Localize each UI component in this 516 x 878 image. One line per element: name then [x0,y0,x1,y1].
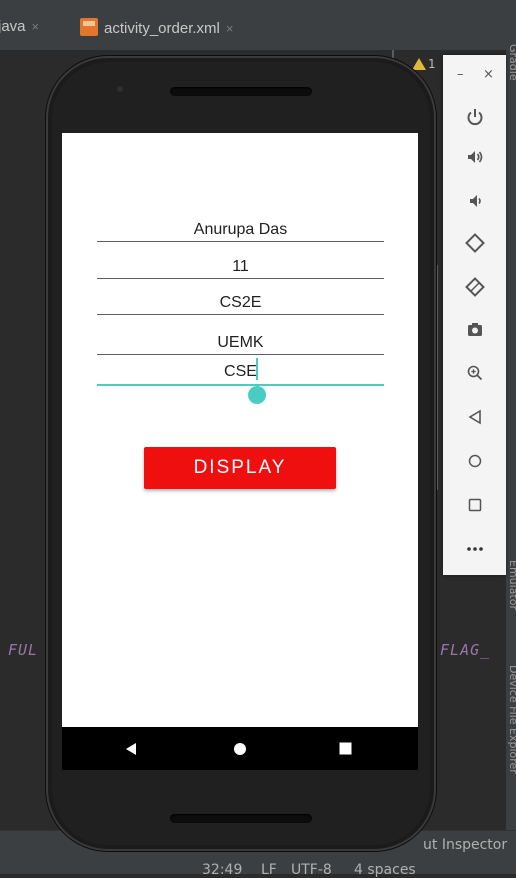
overview-square-icon [468,498,481,512]
power-icon [467,109,482,126]
volume-up-button[interactable] [443,137,506,177]
bottom-speaker-grille [170,814,312,823]
tab-close-icon[interactable]: × [32,19,40,34]
text-cursor [256,358,258,380]
recents-icon [339,742,351,755]
rotate-right-button[interactable] [443,267,506,307]
code-fragment-left: FUL [8,641,39,659]
rotate-right-icon [464,277,485,297]
tab-close-icon[interactable]: × [226,21,234,36]
emulator-controls-panel: – × [443,55,506,575]
app-activity: DISPLAY [62,133,418,727]
screenshot-button[interactable] [443,310,506,350]
phone-emulator-frame: DISPLAY [46,56,436,851]
minimize-button[interactable]: – [457,67,464,82]
more-button[interactable] [443,529,506,569]
editor-tab-bar: java × activity_order.xml × [0,0,516,51]
section-field-underline [97,314,384,315]
home-icon [234,742,246,755]
nav-recents-button[interactable] [315,727,375,770]
more-dots-icon [466,547,483,551]
line-ending[interactable]: LF [261,862,277,878]
device-file-explorer-tab[interactable]: Device File Explorer [507,665,516,774]
close-button[interactable]: × [483,67,494,82]
indent-setting[interactable]: 4 spaces [354,862,416,878]
camera-icon [467,323,482,336]
tab-activity-order-xml[interactable]: activity_order.xml × [80,18,233,37]
home-button[interactable] [443,441,506,481]
device-screen: DISPLAY [62,133,418,770]
front-camera [117,86,123,92]
department-field-active-underline [97,384,384,386]
display-button[interactable]: DISPLAY [144,447,336,489]
android-nav-bar [62,727,418,770]
back-icon [126,742,136,755]
back-button[interactable] [443,397,506,437]
cursor-position[interactable]: 32:49 [202,862,242,878]
warning-icon[interactable] [412,58,426,70]
overview-button[interactable] [443,485,506,525]
rotate-left-icon [464,233,485,253]
tab-activity-order-label: activity_order.xml [104,20,220,37]
volume-down-icon [469,195,481,207]
warning-count: 1 [428,57,436,71]
zoom-icon [467,365,482,381]
roll-field-underline [97,278,384,279]
power-button[interactable] [443,97,506,137]
tab-java[interactable]: java × [0,18,39,35]
rotate-left-button[interactable] [443,223,506,263]
file-encoding[interactable]: UTF-8 [291,862,332,878]
xml-file-icon [80,18,98,36]
nav-back-button[interactable] [101,727,161,770]
code-fragment-right: .FLAG_ [430,641,491,659]
zoom-button[interactable] [443,353,506,393]
back-triangle-icon [467,409,481,425]
emulator-tool-tab[interactable]: Emulator [507,560,516,610]
layout-inspector-label[interactable]: ut Inspector [423,837,507,853]
top-speaker-grille [170,87,312,96]
volume-up-icon [467,151,482,163]
editor-scrollbar[interactable] [436,265,438,490]
home-circle-icon [468,454,481,468]
volume-down-button[interactable] [443,181,506,221]
tab-java-label: java [0,18,26,35]
nav-home-button[interactable] [210,727,270,770]
text-selection-handle[interactable] [248,386,266,404]
name-field-underline [97,241,384,242]
gradle-tool-tab[interactable]: Gradle [507,44,516,81]
university-field-underline [97,354,384,355]
